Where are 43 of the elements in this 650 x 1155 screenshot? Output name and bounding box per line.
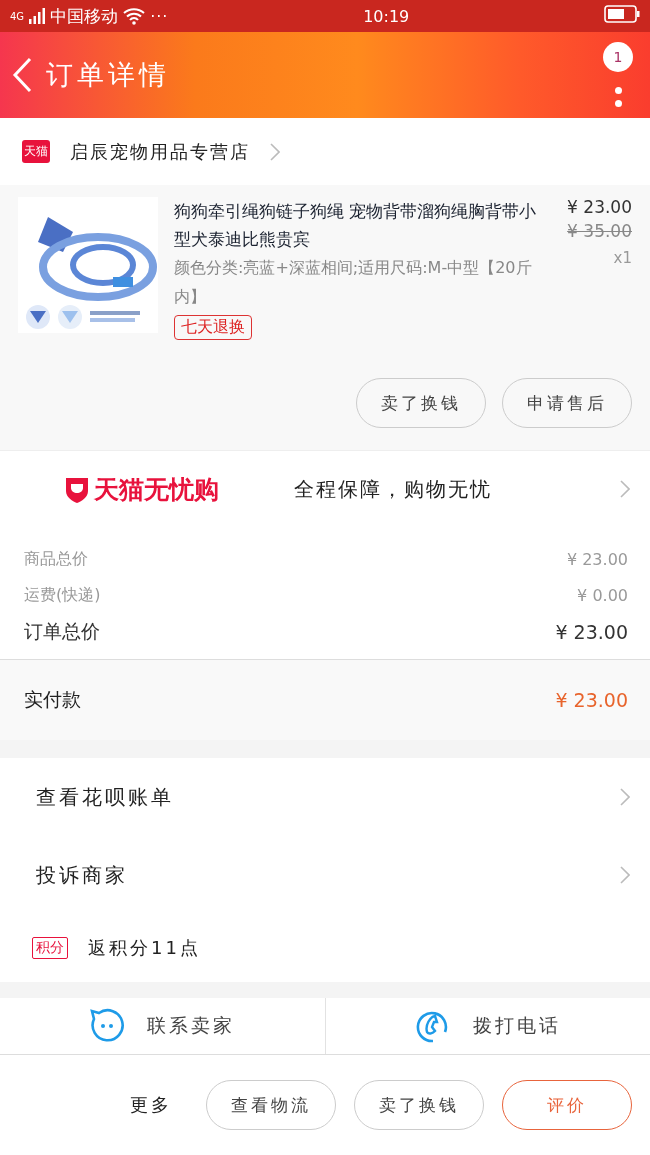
store-badge: 天猫: [22, 140, 50, 163]
action-button[interactable]: 卖了换钱: [356, 378, 486, 428]
guarantee-brand: 天猫无忧购: [94, 473, 219, 506]
shield-icon: [64, 475, 90, 503]
guarantee-slogan[interactable]: 全程保障，购物无忧: [294, 475, 620, 503]
notification-badge: 1: [603, 42, 633, 72]
store-name[interactable]: 启辰宠物用品专营店: [70, 139, 250, 164]
more-link[interactable]: 更多: [130, 1093, 172, 1117]
product-spec: 颜色分类:亮蓝+深蓝相间;适用尺码:M-中型【20斤内】: [174, 257, 533, 308]
cost-label: 商品总价: [24, 548, 88, 570]
action-button[interactable]: 查看物流: [206, 1080, 336, 1130]
menu-item[interactable]: 投诉商家: [36, 861, 128, 889]
cost-value: ¥ 0.00: [577, 585, 628, 605]
chevron-icon[interactable]: [620, 788, 630, 806]
back-icon[interactable]: [12, 57, 32, 93]
chevron-icon[interactable]: [620, 480, 630, 498]
action-button[interactable]: 申请售后: [502, 378, 632, 428]
carrier-name: 中国移动: [50, 4, 119, 28]
cost-label: 运费(快递): [24, 584, 101, 606]
return-policy-tag: 七天退换: [174, 315, 252, 340]
product-title[interactable]: 狗狗牵引绳狗链子狗绳 宠物背带溜狗绳胸背带小型犬泰迪比熊贵宾: [174, 197, 550, 253]
chevron-icon[interactable]: [620, 866, 630, 884]
action-button[interactable]: 卖了换钱: [354, 1080, 484, 1130]
product-price: ¥ 23.00: [566, 197, 632, 217]
menu-item[interactable]: 查看花呗账单: [36, 783, 174, 811]
cost-value: ¥ 23.00: [566, 549, 628, 569]
battery-icon: [604, 5, 640, 23]
points-badge: 积分: [32, 937, 68, 959]
paid-amount: ¥ 23.00: [555, 689, 628, 711]
wifi-icon: [123, 7, 146, 25]
chevron-icon[interactable]: [270, 142, 280, 161]
original-price: ¥ 35.00: [566, 221, 632, 241]
cost-label: 订单总价: [24, 619, 100, 644]
more-indicator: ···: [150, 6, 169, 26]
quantity: x1: [612, 249, 632, 267]
points-info: 返积分11点: [88, 936, 201, 960]
signal-icon: [29, 8, 46, 24]
page-title: 订单详情: [46, 58, 170, 92]
network-label: 4G: [10, 10, 25, 22]
cost-value: ¥ 23.00: [555, 621, 628, 643]
clock: 10:19: [363, 6, 410, 26]
chat-icon: [89, 1008, 126, 1044]
paid-label: 实付款: [24, 687, 81, 712]
